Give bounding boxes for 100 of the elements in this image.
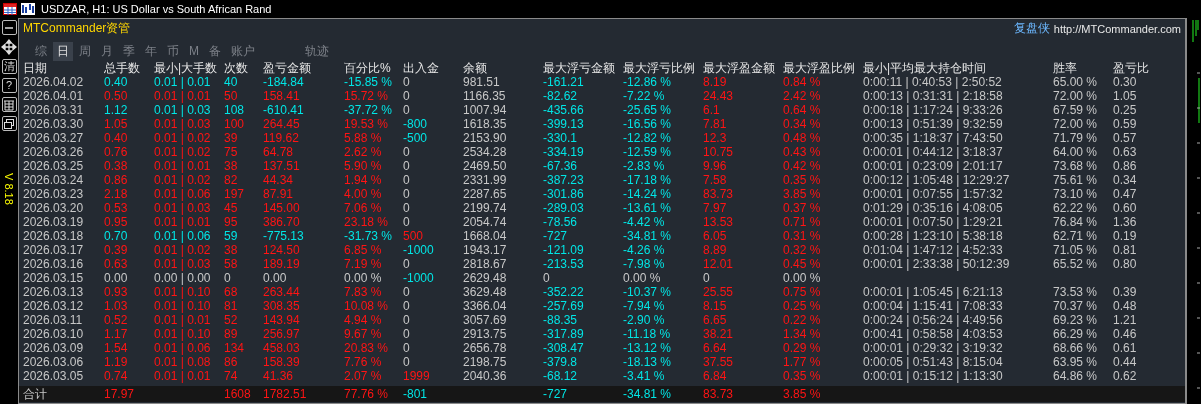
table-cell-text: 1.03 [104,299,129,313]
toolbar-button[interactable]: 清 [1,59,17,74]
table-cell-text: -2.83 % [623,159,666,173]
table-cell-text: 4.94 % [344,313,383,327]
total-cell-text: 1782.51 [263,386,308,402]
table-cell-text: 45 [224,201,239,215]
table-cell-text: 0.40 [104,75,129,89]
table-cell-text: 40 [224,75,239,89]
table-cell-text: -379.8 [543,355,579,369]
table-cell-text: -334.19 [543,145,585,159]
table-cell-text: 134 [224,341,246,355]
table-cell-text: -12.82 % [623,131,673,145]
period-tab[interactable]: 综 [31,41,51,61]
table-cell-text: 0 [403,327,411,341]
table-cell-text: 0:00:01 | 0:15:12 | 1:13:30 [863,369,1004,383]
table-cell-text: 5.88 % [344,131,383,145]
column-header: 总手数 [104,61,141,76]
table-cell-text: 3.85 % [783,187,822,201]
table-cell-text: 1.54 [104,341,129,355]
table-cell-text: 0.57 [1113,131,1138,145]
period-tab[interactable]: 日 [53,41,73,61]
period-tab[interactable]: 周 [75,41,95,61]
table-cell-text: 100 [224,117,246,131]
table-cell-text: 2153.90 [463,131,508,145]
table-cell-text: 2026.03.27 [23,131,85,145]
table-cell-text: 71.05 % [1053,243,1099,257]
table-cell-text: -435.66 [543,103,585,117]
table-cell-text: 0.01 | 0.01 [154,89,212,103]
table-cell-text: 108 [224,103,246,117]
table-cell-text: 1618.35 [463,117,508,131]
table-cell-text: -317.89 [543,327,585,341]
period-tab[interactable]: 季 [119,41,139,61]
table-cell-text: -352.22 [543,285,585,299]
table-cell-text: -775.13 [263,229,305,243]
toolbar-button[interactable]: ? [1,78,17,93]
website-link[interactable]: http://MTCommander.com [1053,22,1181,35]
table-cell-text: 0:01:29 | 0:35:16 | 4:08:05 [863,201,1004,215]
table-cell-text: -7.94 % [623,299,666,313]
restore-button[interactable] [1,116,17,131]
table-cell-text: 95 [224,215,239,229]
table-cell-text: 0 [403,313,411,327]
table-cell-text: 0.00 [104,271,129,285]
table-cell-text: 0.01 | 0.06 [154,341,212,355]
table-cell-text: -257.69 [543,299,585,313]
table-cell-text: 64.00 % [1053,145,1099,159]
table-cell-text: 0.01 | 0.02 [154,243,212,257]
table-icon [3,3,17,15]
period-tab[interactable]: 年 [141,41,161,61]
move-icon[interactable] [1,39,17,55]
table-cell-text: 6.85 % [344,243,383,257]
table-cell-text: 0.32 % [783,243,822,257]
table-cell-text: 0.00 % [344,271,383,285]
table-cell-text: 2656.78 [463,341,508,355]
table-cell-text: 73.53 % [1053,285,1099,299]
table-cell-text: 0.74 [104,369,129,383]
table-cell-text: 2026.03.20 [23,201,85,215]
table-cell-text: 50 [224,89,239,103]
period-tab[interactable]: M [185,43,203,59]
table-cell-text: 0:00:41 | 0:58:58 | 4:03:53 [863,327,1004,341]
period-tab[interactable]: 轨迹 [301,41,333,61]
table-cell-text: -7.22 % [623,89,666,103]
table-cell-text: 1.12 [104,103,129,117]
table-cell-text: 0.37 % [783,201,822,215]
table-cell-text: 2469.50 [463,159,508,173]
brand-link[interactable]: 复盘侠 [1013,20,1050,37]
table-cell-text: 69.23 % [1053,313,1099,327]
table-cell-text: 0.22 % [783,313,822,327]
period-tab[interactable]: 备 [205,41,225,61]
table-cell-text: 158.41 [263,89,301,103]
total-cell-text: -727 [543,386,569,402]
table-cell-text: 73.68 % [1053,159,1099,173]
grid-button[interactable] [1,97,17,112]
table-cell-text: 8.89 [703,243,728,257]
period-tab[interactable]: 账户 [227,41,259,61]
table-cell-text: 65.00 % [1053,75,1099,89]
table-cell-text: 0.30 [1113,75,1138,89]
table-cell-text: 308.35 [263,299,301,313]
table-cell-text: 67.59 % [1053,103,1099,117]
table-cell-text: -121.09 [543,243,585,257]
table-cell-text: -11.18 % [623,327,672,341]
table-cell-text: 189.19 [263,257,301,271]
table-cell-text: 0.59 [1113,117,1138,131]
table-cell-text: -727 [543,229,569,243]
table-cell-text: 41.36 [263,369,295,383]
table-cell-text: 0.01 | 0.02 [154,173,212,187]
table-cell-text: -16.56 % [623,117,673,131]
table-cell-text: -13.12 % [623,341,673,355]
minimize-button[interactable] [1,20,17,35]
table-cell-text: -213.53 [543,257,585,271]
table-cell-text: 8.19 [703,75,728,89]
column-header: 次数 [224,61,249,76]
period-tab[interactable]: 月 [97,41,117,61]
table-cell-text: 0.01 | 0.03 [154,257,212,271]
table-cell-text: 2198.75 [463,355,508,369]
table-cell-text: 75.61 % [1053,173,1099,187]
table-cell-text: 87.91 [263,187,295,201]
table-cell-text: 2.18 [104,187,129,201]
period-tab[interactable]: 币 [163,41,183,61]
table-cell-text: 2026.04.02 [23,75,85,89]
table-cell-text: 0:00:13 | 0:31:31 | 2:18:58 [863,89,1004,103]
